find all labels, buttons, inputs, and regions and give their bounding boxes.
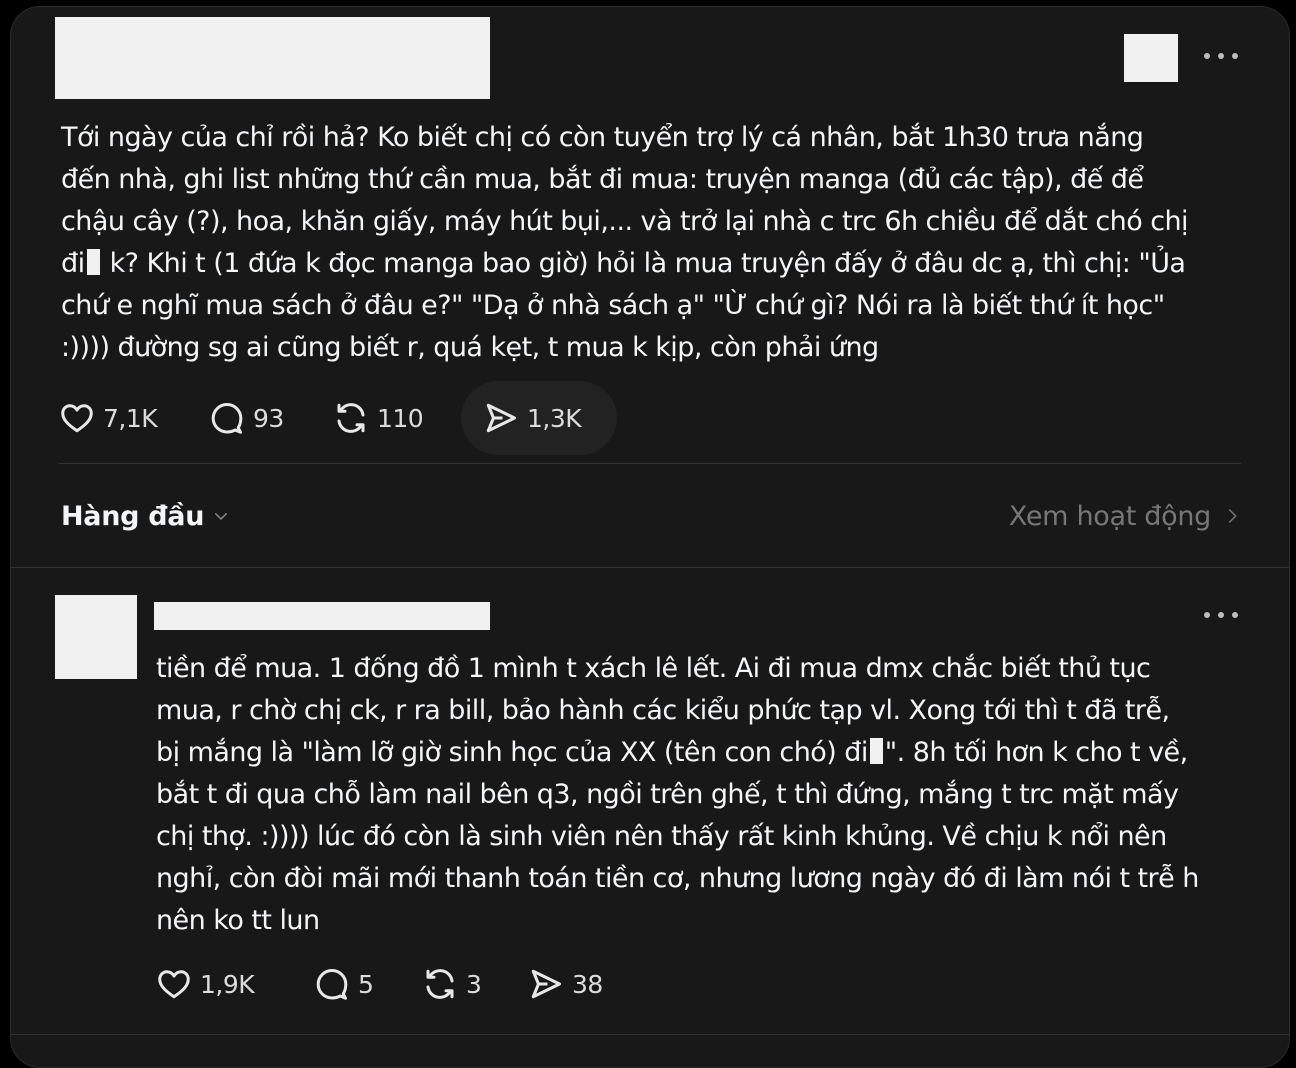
reply-line: nên ko tt lun [156, 905, 320, 936]
reply-like-count: 1,9K [200, 969, 255, 999]
like-button[interactable]: 7,1K [59, 381, 209, 455]
post-line: :)))) đường sg ai cũng biết r, quá kẹt, … [61, 332, 879, 363]
reply-comment-count: 5 [358, 969, 374, 999]
section-divider [11, 567, 1289, 568]
reply-line: chị thợ. :)))) lúc đó còn là sinh viên n… [156, 821, 1167, 852]
actions-divider [59, 463, 1241, 464]
reply-line: ". 8h tối hơn k cho t về, [884, 737, 1188, 768]
reply-line: bị mắng là "làm lỡ giờ sinh học của XX (… [156, 737, 868, 768]
comment-bubble-icon [211, 403, 243, 434]
redacted-block [86, 249, 100, 275]
redacted-reply-username [154, 602, 490, 630]
reply-repost-count: 3 [466, 969, 482, 999]
reply-line: nghỉ, còn đòi mãi mới thanh toán tiền cơ… [156, 863, 1199, 894]
comment-button[interactable]: 93 [209, 381, 333, 455]
sort-label: Hàng đầu [61, 500, 205, 532]
reply-share-button[interactable]: 38 [528, 947, 638, 1021]
reply-line: bắt t đi qua chỗ làm nail bên q3, ngồi t… [156, 779, 1179, 810]
comment-count: 93 [253, 403, 284, 433]
view-activity-link[interactable]: Xem hoạt động [1009, 501, 1241, 532]
redacted-avatar [1124, 34, 1178, 82]
share-count: 1,3K [527, 403, 582, 433]
sort-dropdown[interactable]: Hàng đầu [61, 501, 230, 532]
more-dots-icon[interactable] [1201, 41, 1241, 71]
redacted-block [869, 738, 883, 764]
post-text: Tới ngày của chỉ rồi hả? Ko biết chị có … [61, 117, 1261, 369]
activity-label: Xem hoạt động [1008, 500, 1211, 532]
post-line: đi [61, 248, 85, 279]
post-actions: 7,1K 93 110 1,3K [59, 381, 617, 455]
chevron-right-icon [1229, 509, 1237, 523]
reply-text: tiền để mua. 1 đống đồ 1 mình t xách lê … [156, 648, 1266, 942]
send-icon [531, 969, 561, 999]
reply-line: mua, r chờ chị ck, r ra bill, bảo hành c… [156, 695, 1170, 726]
redacted-username [55, 17, 490, 99]
post-line: chứ e nghĩ mua sách ở đâu e?" "Dạ ở nhà … [61, 290, 1165, 321]
reply-like-button[interactable]: 1,9K [156, 947, 314, 1021]
heart-icon [61, 404, 93, 433]
redacted-reply-avatar [55, 595, 137, 679]
chevron-down-icon [215, 513, 228, 520]
reply-line: tiền để mua. 1 đống đồ 1 mình t xách lê … [156, 653, 1151, 684]
repost-count: 110 [377, 403, 424, 433]
repost-icon [337, 403, 365, 433]
reply-actions: 1,9K 5 3 38 [156, 947, 638, 1021]
post-line: chậu cây (?), hoa, khăn giấy, máy hút bụ… [61, 206, 1189, 237]
reply-repost-button[interactable]: 3 [422, 947, 528, 1021]
send-icon [486, 403, 516, 433]
sort-row: Hàng đầu Xem hoạt động [61, 491, 1241, 541]
like-count: 7,1K [103, 403, 158, 433]
reply-comment-button[interactable]: 5 [314, 947, 422, 1021]
comment-bubble-icon [316, 969, 348, 1000]
reply-share-count: 38 [572, 969, 603, 999]
heart-icon [158, 970, 190, 999]
thread-panel: Tới ngày của chỉ rồi hả? Ko biết chị có … [10, 6, 1290, 1068]
bottom-divider [11, 1034, 1289, 1035]
more-dots-icon[interactable] [1201, 600, 1241, 630]
post-line: k? Khi t (1 đứa k đọc manga bao giờ) hỏi… [101, 248, 1186, 279]
repost-button[interactable]: 110 [333, 381, 461, 455]
repost-icon [426, 969, 454, 999]
post-line: đến nhà, ghi list những thứ cần mua, bắt… [61, 164, 1144, 195]
post-line: Tới ngày của chỉ rồi hả? Ko biết chị có … [61, 122, 1144, 153]
share-button[interactable]: 1,3K [461, 381, 617, 455]
